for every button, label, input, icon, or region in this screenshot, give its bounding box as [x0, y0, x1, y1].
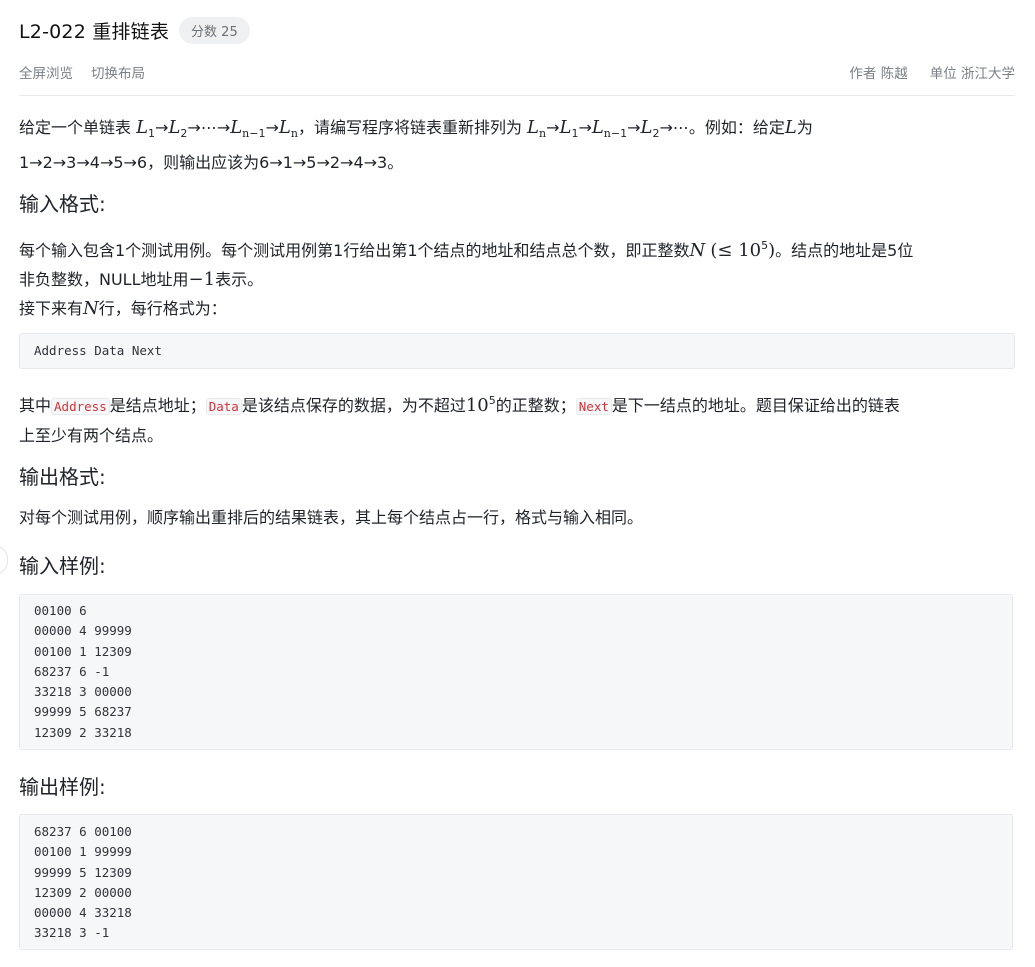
input-p1-text-d: 表示。 [215, 270, 264, 289]
code-line: 33218 3 -1 [34, 925, 110, 941]
input-format-p3: 其中 Address 是结点地址； Data 是该结点保存的数据，为不超过105的正整数… [19, 386, 1009, 450]
desc-text-4: 为 [796, 118, 813, 137]
author-label: 作者 [849, 66, 877, 82]
desc-text-1: 给定一个单链表 [19, 118, 137, 137]
math-list-reordered: Ln→L1→Ln−1→L2→⋯ [527, 117, 689, 140]
toolbar: 全屏浏览 切换布局 作者 陈越 单位 浙江大学 [19, 62, 1015, 82]
input-format-p2: 接下来有N行，每行格式为： [19, 294, 1009, 323]
code-line: 12309 2 33218 [34, 724, 132, 740]
code-line: 99999 5 68237 [34, 704, 132, 720]
description-line-2: 1→2→3→4→5→6，则输出应该为6→1→5→2→4→3。 [19, 153, 404, 172]
input-p1-text-c: 非负整数，NULL地址用 [19, 270, 189, 289]
math-minus-one: −1 [188, 269, 216, 290]
title-row: L2-022 重排链表 分数 25 [19, 15, 250, 45]
fullscreen-button[interactable]: 全屏浏览 [19, 62, 73, 82]
input-p3-line-2: 上至少有两个结点。 [19, 426, 164, 445]
inline-code-address: Address [51, 398, 110, 415]
input-p3-text-b: 是结点地址； [109, 396, 206, 415]
code-line: 00000 4 99999 [34, 623, 132, 639]
code-line: 68237 6 00100 [34, 824, 132, 839]
desc-text-2: ，请编写程序将链表重新排列为 [297, 118, 528, 137]
header-divider [19, 95, 1015, 96]
code-line: 33218 3 00000 [34, 684, 132, 700]
unit-info: 单位 浙江大学 [930, 62, 1015, 82]
sample-output-heading: 输出样例: [19, 775, 106, 799]
code-line: 00100 6 [34, 603, 87, 618]
author-info: 作者 陈越 [849, 62, 907, 82]
unit-label: 单位 [929, 66, 957, 82]
inline-code-data: Data [205, 398, 242, 415]
format-code-line: Address Data Next [34, 343, 162, 358]
author-name: 陈越 [880, 66, 908, 82]
input-format-heading: 输入格式: [19, 192, 106, 216]
code-line: 00100 1 99999 [34, 844, 132, 860]
math-L: L [784, 117, 797, 138]
unit-name: 浙江大学 [961, 66, 1015, 82]
description: 给定一个单链表 L1→L2→⋯→Ln−1→Ln，请编写程序将链表重新排列为 Ln… [19, 113, 1009, 177]
math-n-bound: N (≤ 105) [689, 239, 776, 261]
input-p2-text-a: 接下来有 [19, 299, 84, 318]
code-line: 12309 2 00000 [34, 884, 132, 900]
switch-layout-button[interactable]: 切换布局 [91, 62, 145, 82]
code-line: 68237 6 -1 [34, 663, 110, 679]
description-line-1: 给定一个单链表 L1→L2→⋯→Ln−1→Ln，请编写程序将链表重新排列为 Ln… [19, 113, 1009, 148]
score-badge: 分数 25 [179, 16, 250, 44]
input-p3-text-d: 的正整数； [495, 396, 576, 415]
format-code-block: Address Data Next [19, 333, 1015, 369]
input-p3-text-c: 是该结点保存的数据，为不超过 [241, 396, 466, 415]
input-p3-text-a: 其中 [19, 396, 52, 415]
code-line: 00100 1 12309 [34, 643, 132, 659]
input-format-p1: 每个输入包含1个测试用例。每个测试用例第1行给出第1个结点的地址和结点总个数，即… [19, 231, 1009, 294]
sample-output-code-block: 68237 6 00100 00100 1 99999 99999 5 12309 1… [19, 814, 1013, 950]
input-p1-text-b: 。结点的地址是5位 [775, 241, 914, 260]
problem-title: L2-022 重排链表 [19, 20, 170, 43]
output-format-p1: 对每个测试用例，顺序输出重排后的结果链表，其上每个结点占一行，格式与输入相同。 [19, 508, 644, 527]
input-p1-text-a: 每个输入包含1个测试用例。每个测试用例第1行给出第1个结点的地址和结点总个数，即… [19, 241, 690, 260]
desc-text-3: 。例如：给定 [688, 118, 785, 137]
input-p3-text-e: 是下一结点的地址。题目保证给出的链表 [611, 396, 900, 415]
code-line: 99999 5 12309 [34, 864, 132, 880]
sample-input-heading: 输入样例: [19, 554, 106, 578]
code-line: 00000 4 33218 [34, 905, 132, 921]
input-p2-text-b: 行，每行格式为： [98, 299, 227, 318]
sample-input-code-block: 00100 6 00000 4 99999 00100 1 12309 68237 6… [19, 594, 1013, 750]
math-list-original: L1→L2→⋯→Ln−1→Ln [136, 117, 298, 140]
math-ten-five: 105 [465, 394, 496, 416]
inline-code-next: Next [575, 398, 612, 415]
output-format-heading: 输出格式: [19, 465, 106, 489]
side-collapse-handle[interactable] [0, 545, 8, 575]
math-N: N [83, 298, 99, 319]
